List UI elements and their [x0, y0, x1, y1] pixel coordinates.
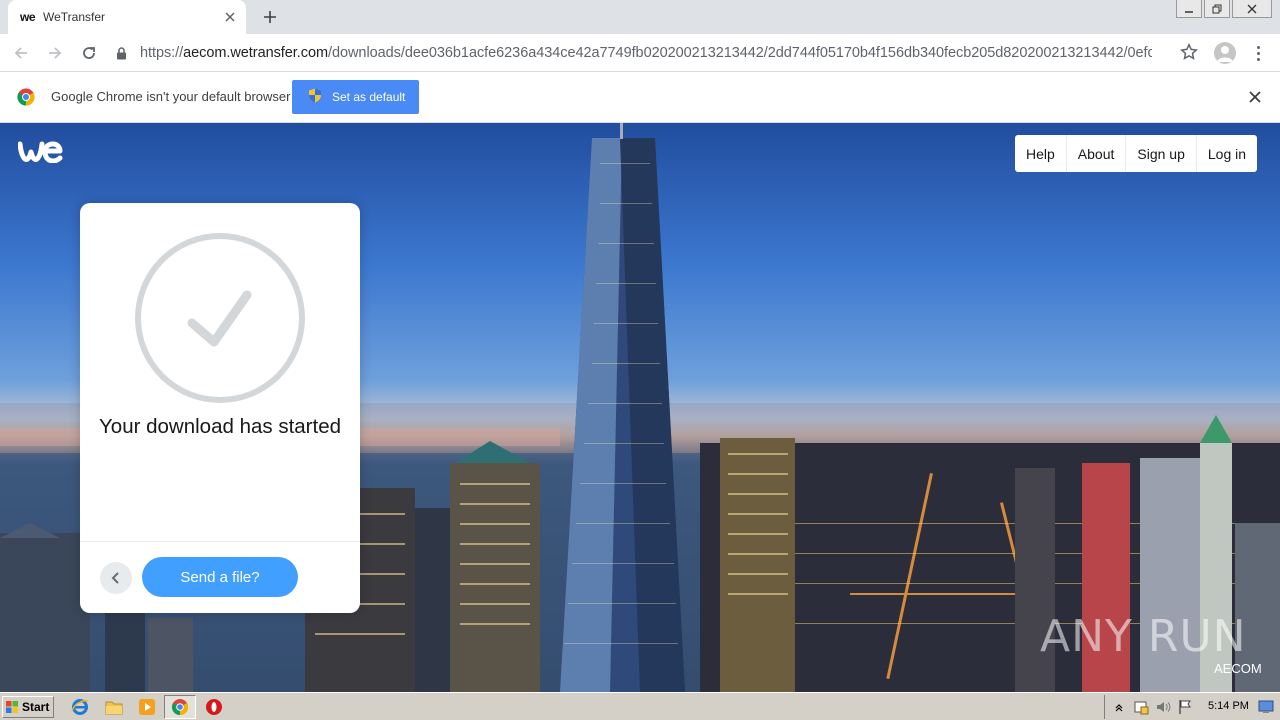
network-flag-icon[interactable]: [1177, 699, 1193, 715]
reload-icon[interactable]: [74, 38, 104, 68]
url-scheme: https://: [140, 45, 184, 61]
restore-icon[interactable]: [1204, 0, 1230, 18]
url-path: /downloads/dee036b1acfe6236a434ce42a7749…: [328, 45, 1152, 61]
default-browser-infobar: Google Chrome isn't your default browser…: [0, 72, 1280, 123]
nav-log-in[interactable]: Log in: [1195, 135, 1257, 172]
tab-title: WeTransfer: [43, 10, 106, 24]
set-as-default-label: Set as default: [332, 90, 406, 104]
wetransfer-page: Help About Sign up Log in Your download …: [0, 123, 1280, 692]
send-a-file-button[interactable]: Send a file?: [142, 557, 298, 597]
minimize-icon[interactable]: [1176, 0, 1202, 18]
uac-shield-icon: [308, 88, 322, 106]
bookmark-star-icon[interactable]: [1180, 43, 1198, 66]
download-panel: Your download has started Send a file?: [80, 203, 360, 613]
back-button[interactable]: [100, 562, 132, 594]
windows-flag-icon: [6, 701, 18, 713]
opera-icon[interactable]: [204, 697, 224, 717]
chevron-left-icon: [111, 572, 119, 584]
start-button[interactable]: Start: [2, 696, 54, 718]
volume-icon[interactable]: [1155, 699, 1171, 715]
new-tab-icon[interactable]: [258, 6, 282, 28]
aecom-watermark: AECOM: [1214, 661, 1262, 676]
browser-menu-icon[interactable]: [1250, 42, 1266, 64]
file-explorer-icon[interactable]: [104, 697, 124, 717]
tab-strip: we WeTransfer: [0, 0, 1280, 34]
panel-footer: Send a file?: [80, 541, 360, 613]
window-close-icon[interactable]: [1232, 0, 1272, 18]
browser-toolbar: https://aecom.wetransfer.com/downloads/d…: [0, 34, 1280, 72]
chrome-icon: [170, 697, 190, 717]
media-player-icon[interactable]: [137, 697, 157, 717]
window-controls: [1176, 0, 1272, 18]
action-center-icon[interactable]: [1133, 699, 1149, 715]
anyrun-watermark: ANY RUN: [1040, 611, 1247, 662]
url-text[interactable]: https://aecom.wetransfer.com/downloads/d…: [132, 45, 1152, 61]
show-hidden-icons-icon[interactable]: [1111, 699, 1127, 715]
back-arrow-icon[interactable]: [6, 38, 36, 68]
profile-avatar-icon[interactable]: [1214, 42, 1236, 64]
check-circle-icon: [134, 232, 306, 404]
windows-taskbar: Start 5:14 PM: [0, 692, 1280, 720]
infobar-message: Google Chrome isn't your default browser: [51, 89, 291, 104]
url-host: aecom.wetransfer.com: [183, 45, 328, 61]
forward-arrow-icon[interactable]: [40, 38, 70, 68]
nav-about[interactable]: About: [1065, 135, 1126, 172]
set-as-default-button[interactable]: Set as default: [292, 80, 419, 114]
wetransfer-logo[interactable]: [17, 141, 63, 168]
start-label: Start: [22, 700, 50, 714]
address-bar[interactable]: https://aecom.wetransfer.com/downloads/d…: [110, 39, 1204, 67]
show-desktop-icon[interactable]: [1258, 699, 1274, 715]
browser-tab[interactable]: we WeTransfer: [8, 0, 246, 34]
lock-icon[interactable]: [110, 46, 132, 60]
taskbar-clock[interactable]: 5:14 PM: [1208, 700, 1249, 712]
site-nav: Help About Sign up Log in: [1015, 135, 1258, 172]
download-status-title: Your download has started: [99, 415, 341, 438]
wetransfer-favicon: we: [20, 10, 36, 24]
infobar-close-icon[interactable]: [1246, 88, 1264, 106]
system-tray: [1104, 695, 1280, 719]
close-tab-icon[interactable]: [220, 7, 240, 27]
chrome-logo-icon: [17, 88, 35, 106]
nav-help[interactable]: Help: [1015, 135, 1066, 172]
internet-explorer-icon[interactable]: [70, 697, 90, 717]
nav-sign-up[interactable]: Sign up: [1125, 135, 1195, 172]
